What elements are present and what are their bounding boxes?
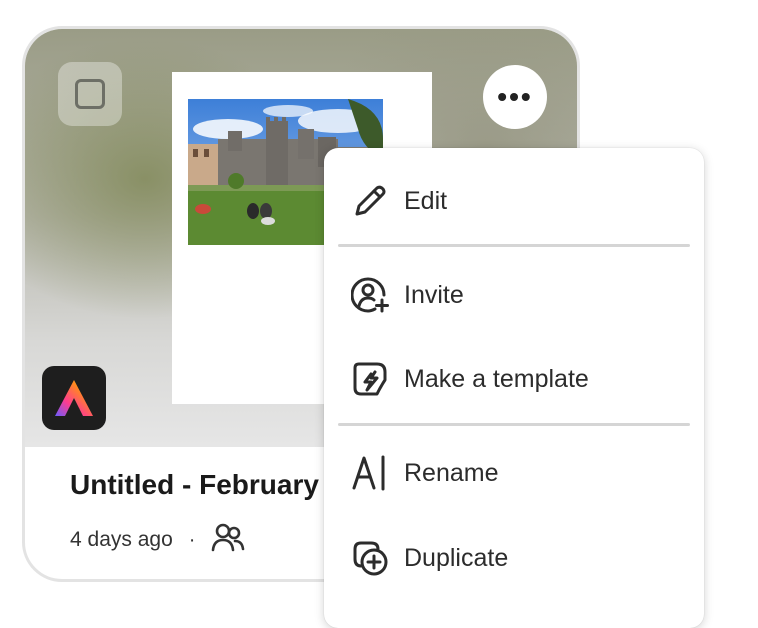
menu-item-label: Invite — [404, 280, 464, 309]
menu-item-label: Edit — [404, 186, 448, 215]
menu-item-invite[interactable]: Invite — [350, 270, 690, 320]
menu-item-make-template[interactable]: Make a template — [350, 354, 690, 404]
menu-item-label: Make a template — [404, 364, 589, 393]
menu-item-label: Rename — [404, 458, 499, 487]
menu-divider — [338, 244, 690, 247]
more-options-button[interactable]: ••• — [483, 65, 547, 129]
shared-users-icon — [211, 522, 245, 558]
rename-icon — [350, 453, 390, 493]
more-horizontal-icon: ••• — [497, 81, 533, 112]
timestamp: 4 days ago — [70, 528, 173, 551]
pencil-icon — [350, 181, 390, 221]
document-meta: 4 days ago · — [70, 522, 245, 558]
adobe-express-logo — [42, 366, 106, 430]
checkbox-square-icon — [75, 79, 105, 109]
invite-user-icon — [350, 275, 390, 315]
template-icon — [350, 359, 390, 399]
menu-item-edit[interactable]: Edit — [350, 176, 690, 226]
menu-item-rename[interactable]: Rename — [350, 448, 690, 498]
menu-divider — [338, 423, 690, 426]
menu-item-label: Duplicate — [404, 543, 509, 572]
menu-item-duplicate[interactable]: Duplicate — [350, 533, 690, 583]
duplicate-icon — [350, 538, 390, 578]
context-menu: Edit Invite Make a template Rename Dupli… — [324, 148, 704, 628]
select-checkbox[interactable] — [58, 62, 122, 126]
meta-separator: · — [188, 528, 196, 551]
document-title[interactable]: Untitled - February — [70, 469, 319, 501]
